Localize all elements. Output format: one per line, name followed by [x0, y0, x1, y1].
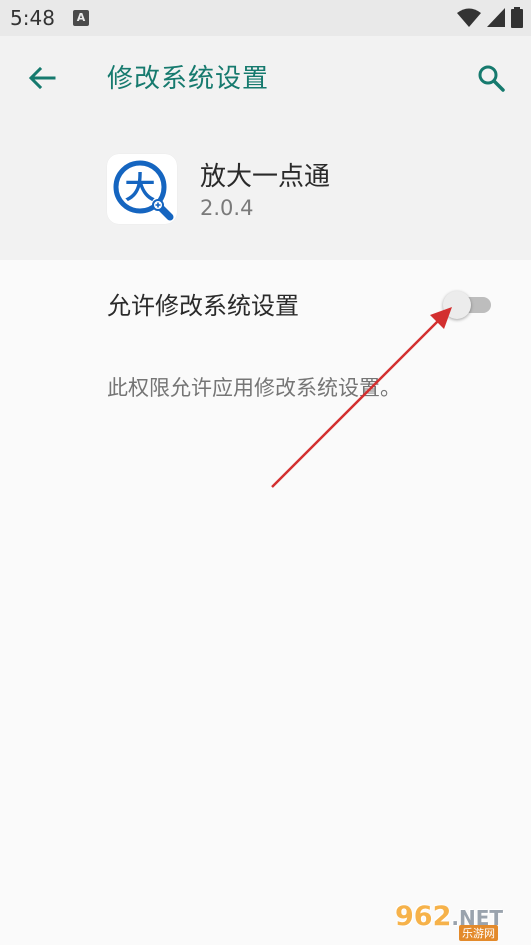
app-header: 大 放大一点通 2.0.4 [0, 120, 531, 260]
notification-icon: A [73, 10, 89, 26]
app-icon-glyph: 大 [125, 171, 155, 206]
status-icons [457, 7, 523, 28]
magnifier-logo-icon: 大 [113, 160, 174, 221]
setting-summary: 此权限允许应用修改系统设置。 [107, 376, 401, 400]
search-button[interactable] [469, 56, 513, 100]
app-name: 放大一点通 [200, 162, 331, 192]
page-title: 修改系统设置 [107, 64, 270, 94]
watermark-main: 962 [395, 901, 452, 932]
cellular-signal-icon [487, 7, 505, 27]
app-icon: 大 [107, 154, 177, 224]
arrow-back-icon [28, 66, 56, 90]
allow-modify-toggle[interactable] [443, 291, 493, 319]
watermark-sub: 乐游网 [459, 925, 498, 941]
status-time: 5:48 [10, 6, 55, 30]
status-bar: 5:48 A [0, 0, 531, 36]
toggle-thumb [443, 291, 471, 319]
wifi-icon [457, 8, 481, 27]
setting-label: 允许修改系统设置 [107, 292, 299, 320]
allow-modify-settings-row[interactable]: 允许修改系统设置 [0, 260, 531, 346]
app-version: 2.0.4 [200, 196, 254, 220]
search-icon [478, 65, 505, 92]
site-watermark: 962.NET 乐游网 [395, 901, 523, 941]
battery-icon [511, 7, 523, 28]
back-button[interactable] [20, 58, 64, 98]
app-bar: 修改系统设置 [0, 36, 531, 120]
